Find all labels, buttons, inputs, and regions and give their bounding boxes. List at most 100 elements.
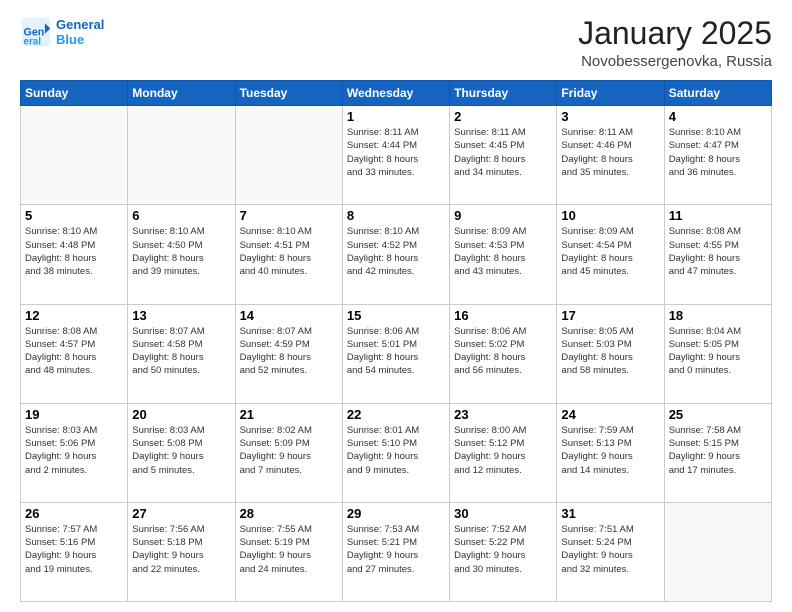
- day-info: Sunrise: 7:55 AM Sunset: 5:19 PM Dayligh…: [240, 523, 338, 576]
- calendar-cell-3-0: 19 Sunrise: 8:03 AM Sunset: 5:06 PM Dayli…: [21, 403, 128, 502]
- calendar-cell-3-6: 25 Sunrise: 7:58 AM Sunset: 5:15 PM Dayli…: [664, 403, 771, 502]
- calendar-cell-2-3: 15 Sunrise: 8:06 AM Sunset: 5:01 PM Dayli…: [342, 304, 449, 403]
- day-number: 12: [25, 308, 123, 323]
- day-info: Sunrise: 8:02 AM Sunset: 5:09 PM Dayligh…: [240, 424, 338, 477]
- calendar-cell-3-4: 23Sunrise: 8:00 AM Sunset: 5:12 PM Dayli…: [450, 403, 557, 502]
- calendar-cell-4-5: 31 Sunrise: 7:51 AM Sunset: 5:24 PM Dayli…: [557, 502, 664, 601]
- day-number: 14: [240, 308, 338, 323]
- calendar-cell-2-2: 14 Sunrise: 8:07 AM Sunset: 4:59 PM Dayli…: [235, 304, 342, 403]
- day-number: 10: [561, 208, 659, 223]
- day-info: Sunrise: 8:11 AM Sunset: 4:46 PM Dayligh…: [561, 126, 659, 179]
- location: Novobessergenovka, Russia: [578, 53, 772, 70]
- day-info: Sunrise: 7:52 AM Sunset: 5:22 PM Dayligh…: [454, 523, 552, 576]
- logo-text: General Blue: [56, 17, 104, 47]
- day-info: Sunrise: 8:06 AM Sunset: 5:01 PM Dayligh…: [347, 325, 445, 378]
- header: Gen eral General Blue January 2025 Novob…: [20, 16, 772, 70]
- day-info: Sunrise: 8:01 AM Sunset: 5:10 PM Dayligh…: [347, 424, 445, 477]
- calendar-week-4: 26 Sunrise: 7:57 AM Sunset: 5:16 PM Dayli…: [21, 502, 772, 601]
- day-number: 18: [669, 308, 767, 323]
- day-info: Sunrise: 8:05 AM Sunset: 5:03 PM Dayligh…: [561, 325, 659, 378]
- day-info: Sunrise: 8:11 AM Sunset: 4:45 PM Dayligh…: [454, 126, 552, 179]
- day-info: Sunrise: 7:56 AM Sunset: 5:18 PM Dayligh…: [132, 523, 230, 576]
- calendar-cell-3-5: 24 Sunrise: 7:59 AM Sunset: 5:13 PM Dayli…: [557, 403, 664, 502]
- calendar-cell-0-0: [21, 106, 128, 205]
- month-title: January 2025: [578, 16, 772, 51]
- calendar-cell-1-0: 5 Sunrise: 8:10 AM Sunset: 4:48 PM Daylig…: [21, 205, 128, 304]
- calendar-cell-2-6: 18 Sunrise: 8:04 AM Sunset: 5:05 PM Dayli…: [664, 304, 771, 403]
- day-info: Sunrise: 8:09 AM Sunset: 4:54 PM Dayligh…: [561, 225, 659, 278]
- calendar-header-tuesday: Tuesday: [235, 81, 342, 106]
- day-info: Sunrise: 8:04 AM Sunset: 5:05 PM Dayligh…: [669, 325, 767, 378]
- day-number: 13: [132, 308, 230, 323]
- calendar-cell-0-5: 3 Sunrise: 8:11 AM Sunset: 4:46 PM Daylig…: [557, 106, 664, 205]
- day-number: 23: [454, 407, 552, 422]
- day-info: Sunrise: 7:53 AM Sunset: 5:21 PM Dayligh…: [347, 523, 445, 576]
- day-number: 24: [561, 407, 659, 422]
- calendar-cell-4-6: [664, 502, 771, 601]
- day-number: 15: [347, 308, 445, 323]
- day-number: 8: [347, 208, 445, 223]
- calendar-cell-4-3: 29 Sunrise: 7:53 AM Sunset: 5:21 PM Dayli…: [342, 502, 449, 601]
- calendar-cell-1-3: 8 Sunrise: 8:10 AM Sunset: 4:52 PM Daylig…: [342, 205, 449, 304]
- calendar-header-row: SundayMondayTuesdayWednesdayThursdayFrid…: [21, 81, 772, 106]
- day-info: Sunrise: 7:58 AM Sunset: 5:15 PM Dayligh…: [669, 424, 767, 477]
- calendar-header-wednesday: Wednesday: [342, 81, 449, 106]
- calendar: SundayMondayTuesdayWednesdayThursdayFrid…: [20, 80, 772, 602]
- calendar-week-3: 19 Sunrise: 8:03 AM Sunset: 5:06 PM Dayli…: [21, 403, 772, 502]
- day-info: Sunrise: 8:10 AM Sunset: 4:52 PM Dayligh…: [347, 225, 445, 278]
- day-info: Sunrise: 8:07 AM Sunset: 4:59 PM Dayligh…: [240, 325, 338, 378]
- day-info: Sunrise: 8:10 AM Sunset: 4:48 PM Dayligh…: [25, 225, 123, 278]
- calendar-cell-0-1: [128, 106, 235, 205]
- calendar-cell-2-4: 16 Sunrise: 8:06 AM Sunset: 5:02 PM Dayli…: [450, 304, 557, 403]
- day-info: Sunrise: 8:11 AM Sunset: 4:44 PM Dayligh…: [347, 126, 445, 179]
- day-number: 29: [347, 506, 445, 521]
- calendar-cell-1-6: 11Sunrise: 8:08 AM Sunset: 4:55 PM Dayli…: [664, 205, 771, 304]
- day-number: 27: [132, 506, 230, 521]
- title-area: January 2025 Novobessergenovka, Russia: [578, 16, 772, 70]
- day-number: 2: [454, 109, 552, 124]
- calendar-cell-3-1: 20Sunrise: 8:03 AM Sunset: 5:08 PM Dayli…: [128, 403, 235, 502]
- day-number: 16: [454, 308, 552, 323]
- logo: Gen eral General Blue: [20, 16, 104, 48]
- day-info: Sunrise: 8:03 AM Sunset: 5:06 PM Dayligh…: [25, 424, 123, 477]
- calendar-cell-1-5: 10 Sunrise: 8:09 AM Sunset: 4:54 PM Dayli…: [557, 205, 664, 304]
- calendar-header-thursday: Thursday: [450, 81, 557, 106]
- day-number: 28: [240, 506, 338, 521]
- day-number: 25: [669, 407, 767, 422]
- day-number: 19: [25, 407, 123, 422]
- day-info: Sunrise: 8:09 AM Sunset: 4:53 PM Dayligh…: [454, 225, 552, 278]
- day-number: 11: [669, 208, 767, 223]
- day-number: 20: [132, 407, 230, 422]
- calendar-header-monday: Monday: [128, 81, 235, 106]
- day-info: Sunrise: 8:06 AM Sunset: 5:02 PM Dayligh…: [454, 325, 552, 378]
- day-number: 26: [25, 506, 123, 521]
- day-info: Sunrise: 8:10 AM Sunset: 4:51 PM Dayligh…: [240, 225, 338, 278]
- day-number: 1: [347, 109, 445, 124]
- svg-text:eral: eral: [24, 36, 42, 47]
- calendar-cell-3-2: 21Sunrise: 8:02 AM Sunset: 5:09 PM Dayli…: [235, 403, 342, 502]
- day-number: 30: [454, 506, 552, 521]
- day-number: 3: [561, 109, 659, 124]
- calendar-cell-2-1: 13Sunrise: 8:07 AM Sunset: 4:58 PM Dayli…: [128, 304, 235, 403]
- calendar-cell-2-0: 12 Sunrise: 8:08 AM Sunset: 4:57 PM Dayli…: [21, 304, 128, 403]
- day-number: 7: [240, 208, 338, 223]
- calendar-cell-0-6: 4 Sunrise: 8:10 AM Sunset: 4:47 PM Daylig…: [664, 106, 771, 205]
- calendar-cell-0-2: [235, 106, 342, 205]
- day-info: Sunrise: 8:10 AM Sunset: 4:47 PM Dayligh…: [669, 126, 767, 179]
- day-number: 9: [454, 208, 552, 223]
- logo-icon: Gen eral: [20, 16, 52, 48]
- calendar-cell-0-4: 2 Sunrise: 8:11 AM Sunset: 4:45 PM Daylig…: [450, 106, 557, 205]
- day-number: 4: [669, 109, 767, 124]
- calendar-header-saturday: Saturday: [664, 81, 771, 106]
- calendar-cell-4-1: 27 Sunrise: 7:56 AM Sunset: 5:18 PM Dayli…: [128, 502, 235, 601]
- calendar-cell-4-4: 30 Sunrise: 7:52 AM Sunset: 5:22 PM Dayli…: [450, 502, 557, 601]
- day-info: Sunrise: 7:59 AM Sunset: 5:13 PM Dayligh…: [561, 424, 659, 477]
- day-number: 31: [561, 506, 659, 521]
- day-info: Sunrise: 8:08 AM Sunset: 4:57 PM Dayligh…: [25, 325, 123, 378]
- calendar-header-friday: Friday: [557, 81, 664, 106]
- day-number: 5: [25, 208, 123, 223]
- calendar-cell-1-1: 6Sunrise: 8:10 AM Sunset: 4:50 PM Daylig…: [128, 205, 235, 304]
- day-info: Sunrise: 7:57 AM Sunset: 5:16 PM Dayligh…: [25, 523, 123, 576]
- calendar-cell-1-2: 7 Sunrise: 8:10 AM Sunset: 4:51 PM Daylig…: [235, 205, 342, 304]
- day-info: Sunrise: 7:51 AM Sunset: 5:24 PM Dayligh…: [561, 523, 659, 576]
